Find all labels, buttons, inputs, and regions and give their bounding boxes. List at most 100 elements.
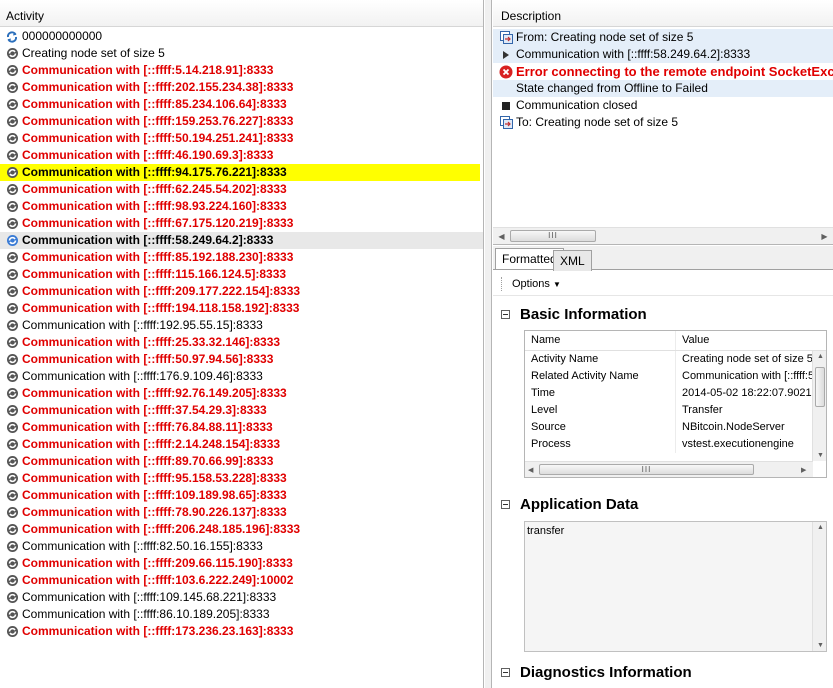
app-scroll-up-arrow-icon[interactable]: ▲	[817, 524, 824, 531]
table-row[interactable]: Process vstest.executionengine	[525, 436, 826, 453]
tab-xml-label: XML	[560, 254, 585, 268]
activity-icon	[5, 608, 19, 622]
activity-row-label: Communication with [::ffff:109.189.98.65…	[22, 488, 287, 502]
grid-horizontal-scrollbar[interactable]: ◀ III ▶	[525, 461, 813, 477]
activity-row[interactable]: Communication with [::ffff:109.145.68.22…	[0, 589, 483, 606]
activity-row[interactable]: 000000000000	[0, 28, 483, 45]
activity-row[interactable]: Communication with [::ffff:206.248.185.1…	[0, 521, 483, 538]
activity-row-label: Communication with [::ffff:50.97.94.56]:…	[22, 352, 274, 366]
collapse-icon[interactable]	[501, 668, 510, 677]
description-row[interactable]: Error connecting to the remote endpoint …	[493, 63, 833, 80]
activity-row[interactable]: Communication with [::ffff:2.14.248.154]…	[0, 436, 483, 453]
activity-row[interactable]: Communication with [::ffff:94.175.76.221…	[0, 164, 480, 181]
activity-row[interactable]: Communication with [::ffff:202.155.234.3…	[0, 79, 483, 96]
property-name: Related Activity Name	[531, 370, 639, 382]
table-row[interactable]: Source NBitcoin.NodeServer	[525, 419, 826, 436]
activity-row[interactable]: Communication with [::ffff:92.76.149.205…	[0, 385, 483, 402]
activity-row-label: Communication with [::ffff:86.10.189.205…	[22, 607, 270, 621]
activity-row-label: Communication with [::ffff:58.249.64.2]:…	[22, 233, 274, 247]
grid-vertical-scrollbar[interactable]: ▲ ▼	[812, 351, 826, 461]
scroll-up-arrow-icon[interactable]: ▲	[817, 353, 824, 360]
description-column-header[interactable]: Description	[493, 0, 833, 27]
activity-row[interactable]: Communication with [::ffff:62.245.54.202…	[0, 181, 483, 198]
activity-row[interactable]: Communication with [::ffff:89.70.66.99]:…	[0, 453, 483, 470]
activity-row[interactable]: Communication with [::ffff:37.54.29.3]:8…	[0, 402, 483, 419]
activity-row[interactable]: Communication with [::ffff:173.236.23.16…	[0, 623, 483, 640]
activity-row[interactable]: Communication with [::ffff:209.66.115.19…	[0, 555, 483, 572]
grid-scroll-left-arrow-icon[interactable]: ◀	[528, 466, 533, 474]
activity-row-label: Communication with [::ffff:5.14.218.91]:…	[22, 63, 274, 77]
description-row-label: To: Creating node set of size 5	[516, 115, 679, 129]
table-row[interactable]: Activity Name Creating node set of size 5	[525, 351, 826, 368]
activity-icon	[5, 251, 19, 265]
activity-row[interactable]: Creating node set of size 5	[0, 45, 483, 62]
activity-row[interactable]: Communication with [::ffff:25.33.32.146]…	[0, 334, 483, 351]
scroll-thumb[interactable]: III	[510, 230, 596, 242]
activity-row[interactable]: Communication with [::ffff:78.90.226.137…	[0, 504, 483, 521]
activity-row[interactable]: Communication with [::ffff:103.6.222.249…	[0, 572, 483, 589]
activity-row[interactable]: Communication with [::ffff:115.166.124.5…	[0, 266, 483, 283]
scroll-left-arrow-icon[interactable]: ◀	[493, 228, 510, 244]
grid-hscroll-thumb[interactable]: III	[539, 464, 754, 475]
activity-row[interactable]: Communication with [::ffff:159.253.76.22…	[0, 113, 483, 130]
description-horizontal-scrollbar[interactable]: ◀ III ▶	[493, 227, 833, 244]
grid-col-name[interactable]: Name	[525, 331, 675, 350]
activity-row[interactable]: Communication with [::ffff:86.10.189.205…	[0, 606, 483, 623]
grid-scroll-right-arrow-icon[interactable]: ▶	[801, 466, 806, 474]
basic-info-section[interactable]: Basic Information	[501, 306, 647, 323]
activity-icon	[5, 540, 19, 554]
options-button[interactable]: Options ▼	[512, 278, 561, 290]
table-row[interactable]: Time 2014-05-02 18:22:07.9021	[525, 385, 826, 402]
activity-row-label: Communication with [::ffff:2.14.248.154]…	[22, 437, 281, 451]
activity-row[interactable]: Communication with [::ffff:194.118.158.1…	[0, 300, 483, 317]
table-row[interactable]: Level Transfer	[525, 402, 826, 419]
tab-xml[interactable]: XML	[553, 250, 592, 271]
table-row[interactable]: Related Activity Name Communication with …	[525, 368, 826, 385]
diag-info-section[interactable]: Diagnostics Information	[501, 664, 692, 681]
activity-row[interactable]: Communication with [::ffff:95.158.53.228…	[0, 470, 483, 487]
collapse-icon[interactable]	[501, 310, 510, 319]
description-row[interactable]: State changed from Offline to Failed	[493, 80, 833, 97]
diag-info-title: Diagnostics Information	[520, 664, 692, 681]
description-row[interactable]: Communication closed	[493, 97, 833, 114]
activity-row[interactable]: Communication with [::ffff:109.189.98.65…	[0, 487, 483, 504]
grid-col-value[interactable]: Value	[675, 331, 812, 350]
property-value: NBitcoin.NodeServer	[675, 419, 812, 436]
activity-icon	[5, 98, 19, 112]
activity-icon	[5, 183, 19, 197]
activity-row[interactable]: Communication with [::ffff:192.95.55.15]…	[0, 317, 483, 334]
grid-vscroll-thumb[interactable]	[815, 367, 825, 407]
pane-splitter[interactable]	[485, 0, 492, 688]
error-icon	[499, 65, 513, 79]
activity-row[interactable]: Communication with [::ffff:50.97.94.56]:…	[0, 351, 483, 368]
activity-icon	[5, 489, 19, 503]
activity-icon	[5, 234, 19, 248]
app-data-textbox[interactable]: transfer ▲ ▼	[524, 521, 827, 652]
activity-icon	[5, 472, 19, 486]
activity-row[interactable]: Communication with [::ffff:50.194.251.24…	[0, 130, 483, 147]
activity-row[interactable]: Communication with [::ffff:209.177.222.1…	[0, 283, 483, 300]
activity-row[interactable]: Communication with [::ffff:76.84.88.11]:…	[0, 419, 483, 436]
activity-row[interactable]: Communication with [::ffff:5.14.218.91]:…	[0, 62, 483, 79]
activity-icon	[5, 166, 19, 180]
description-row[interactable]: To: Creating node set of size 5	[493, 114, 833, 131]
description-list: From: Creating node set of size 5 Communi…	[493, 29, 833, 131]
scroll-right-arrow-icon[interactable]: ▶	[816, 228, 833, 244]
activity-row[interactable]: Communication with [::ffff:85.234.106.64…	[0, 96, 483, 113]
activity-row[interactable]: Communication with [::ffff:67.175.120.21…	[0, 215, 483, 232]
scroll-down-arrow-icon[interactable]: ▼	[817, 452, 824, 459]
activity-column-header[interactable]: Activity	[0, 0, 483, 27]
description-row[interactable]: From: Creating node set of size 5	[493, 29, 833, 46]
activity-row[interactable]: Communication with [::ffff:176.9.109.46]…	[0, 368, 483, 385]
activity-row[interactable]: Communication with [::ffff:82.50.16.155]…	[0, 538, 483, 555]
description-row[interactable]: Communication with [::ffff:58.249.64.2]:…	[493, 46, 833, 63]
activity-row[interactable]: Communication with [::ffff:98.93.224.160…	[0, 198, 483, 215]
activity-row[interactable]: Communication with [::ffff:46.190.69.3]:…	[0, 147, 483, 164]
transfer-icon	[499, 31, 513, 45]
activity-row[interactable]: Communication with [::ffff:85.192.188.23…	[0, 249, 483, 266]
app-data-vertical-scrollbar[interactable]: ▲ ▼	[812, 522, 826, 651]
collapse-icon[interactable]	[501, 500, 510, 509]
activity-row[interactable]: Communication with [::ffff:58.249.64.2]:…	[0, 232, 483, 249]
app-data-section[interactable]: Application Data	[501, 496, 638, 513]
app-scroll-down-arrow-icon[interactable]: ▼	[817, 642, 824, 649]
